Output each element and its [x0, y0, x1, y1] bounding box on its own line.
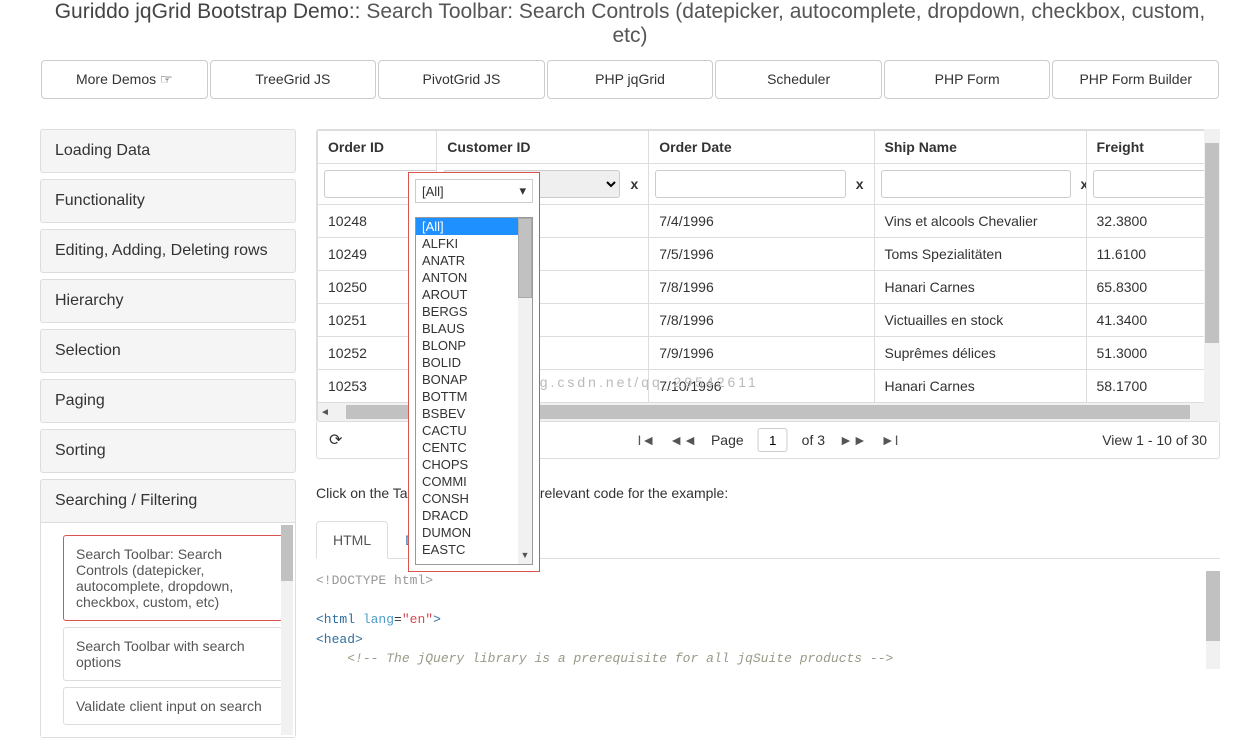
col-customer-id[interactable]: Customer ID	[437, 131, 649, 164]
customer-dropdown-list: [All] ALFKI ANATR ANTON AROUT BERGS BLAU…	[415, 217, 533, 565]
first-page-icon[interactable]: I◄	[638, 432, 656, 448]
dropdown-option[interactable]: CACTU	[416, 422, 520, 439]
title-strong: Guriddo jqGrid Bootstrap Demo::	[55, 0, 361, 23]
dropdown-scroll-down-icon[interactable]: ▼	[518, 550, 532, 564]
filter-ship-name[interactable]	[881, 170, 1071, 198]
dropdown-option[interactable]: AROUT	[416, 286, 520, 303]
sub-item-search-options[interactable]: Search Toolbar with search options	[63, 627, 283, 681]
page-label: Page	[711, 432, 744, 448]
vscroll-thumb[interactable]	[1205, 143, 1219, 343]
title-subtitle: Search Toolbar: Search Controls (datepic…	[361, 0, 1206, 47]
reload-icon[interactable]: ⟳	[329, 430, 342, 450]
clear-customer-id[interactable]: x	[626, 176, 642, 192]
tab-html[interactable]: HTML	[316, 521, 388, 559]
dropdown-option[interactable]: CENTC	[416, 439, 520, 456]
main-content: https://blog.csdn.net/qq_29542611 Order …	[316, 129, 1220, 744]
dropdown-option[interactable]: DRACD	[416, 507, 520, 524]
nav-treegrid[interactable]: TreeGrid JS	[210, 60, 377, 99]
customer-select-value: [All]	[422, 184, 444, 199]
col-freight[interactable]: Freight	[1086, 131, 1219, 164]
nav-php-jqgrid[interactable]: PHP jqGrid	[547, 60, 714, 99]
nav-scheduler[interactable]: Scheduler	[715, 60, 882, 99]
sub-item-validate-input[interactable]: Validate client input on search	[63, 687, 283, 725]
pager-status: View 1 - 10 of 30	[1102, 432, 1207, 448]
panel-hierarchy[interactable]: Hierarchy	[41, 280, 295, 322]
page-input[interactable]	[758, 428, 788, 452]
dropdown-option[interactable]: BONAP	[416, 371, 520, 388]
sidebar: Loading Data Functionality Editing, Addi…	[40, 129, 296, 744]
hand-icon: ☞	[160, 71, 173, 87]
dropdown-option[interactable]: CONSH	[416, 490, 520, 507]
col-order-id[interactable]: Order ID	[318, 131, 437, 164]
dropdown-option[interactable]: BOLID	[416, 354, 520, 371]
dropdown-option[interactable]: DUMON	[416, 524, 520, 541]
clear-ship-name[interactable]: x	[1077, 176, 1087, 192]
dropdown-option[interactable]: EASTC	[416, 541, 520, 558]
col-ship-name[interactable]: Ship Name	[874, 131, 1086, 164]
dropdown-option[interactable]: ALFKI	[416, 235, 520, 252]
chevron-down-icon: ▾	[519, 183, 526, 199]
panel-loading-data[interactable]: Loading Data	[41, 130, 295, 172]
filter-freight[interactable]	[1093, 170, 1219, 198]
page-title: Guriddo jqGrid Bootstrap Demo:: Search T…	[40, 0, 1220, 48]
code-block: <!DOCTYPE html> <html lang="en"> <head> …	[316, 571, 1220, 669]
dropdown-option[interactable]: BERGS	[416, 303, 520, 320]
nav-pivotgrid[interactable]: PivotGrid JS	[378, 60, 545, 99]
nav-php-form-builder[interactable]: PHP Form Builder	[1052, 60, 1219, 99]
clear-order-date[interactable]: x	[852, 176, 868, 192]
hscroll-left-icon[interactable]: ◄	[318, 407, 332, 418]
customer-dropdown-overlay: [All] ▾ [All] ALFKI ANATR ANTON AROUT BE…	[408, 172, 540, 572]
filter-order-date[interactable]	[655, 170, 845, 198]
grid-vscroll[interactable]	[1204, 129, 1220, 421]
dropdown-option[interactable]: BLONP	[416, 337, 520, 354]
page-of: of 3	[802, 432, 825, 448]
dropdown-option[interactable]: [All]	[416, 218, 520, 235]
panel-selection[interactable]: Selection	[41, 330, 295, 372]
dropdown-option[interactable]: BOTTM	[416, 388, 520, 405]
last-page-icon[interactable]: ►I	[881, 432, 899, 448]
panel-editing[interactable]: Editing, Adding, Deleting rows	[41, 230, 295, 272]
panel-sorting[interactable]: Sorting	[41, 430, 295, 472]
next-page-icon[interactable]: ►►	[839, 432, 867, 448]
dropdown-option[interactable]: BLAUS	[416, 320, 520, 337]
dropdown-option[interactable]: ANATR	[416, 252, 520, 269]
top-nav: More Demos ☞ TreeGrid JS PivotGrid JS PH…	[40, 60, 1220, 99]
panel-functionality[interactable]: Functionality	[41, 180, 295, 222]
nav-more-demos[interactable]: More Demos ☞	[41, 60, 208, 99]
prev-page-icon[interactable]: ◄◄	[669, 432, 697, 448]
panel-paging[interactable]: Paging	[41, 380, 295, 422]
code-scroll-thumb[interactable]	[1206, 571, 1220, 641]
dropdown-option[interactable]: ANTON	[416, 269, 520, 286]
sidebar-scrollbar-thumb[interactable]	[281, 525, 293, 581]
sub-item-search-controls[interactable]: Search Toolbar: Search Controls (datepic…	[63, 535, 283, 621]
dropdown-option[interactable]: CHOPS	[416, 456, 520, 473]
dropdown-option[interactable]: BSBEV	[416, 405, 520, 422]
col-order-date[interactable]: Order Date	[649, 131, 874, 164]
customer-select[interactable]: [All] ▾	[415, 179, 533, 203]
dropdown-scroll-thumb[interactable]	[518, 218, 532, 298]
dropdown-option[interactable]: COMMI	[416, 473, 520, 490]
panel-searching[interactable]: Searching / Filtering	[41, 480, 295, 522]
nav-php-form[interactable]: PHP Form	[884, 60, 1051, 99]
